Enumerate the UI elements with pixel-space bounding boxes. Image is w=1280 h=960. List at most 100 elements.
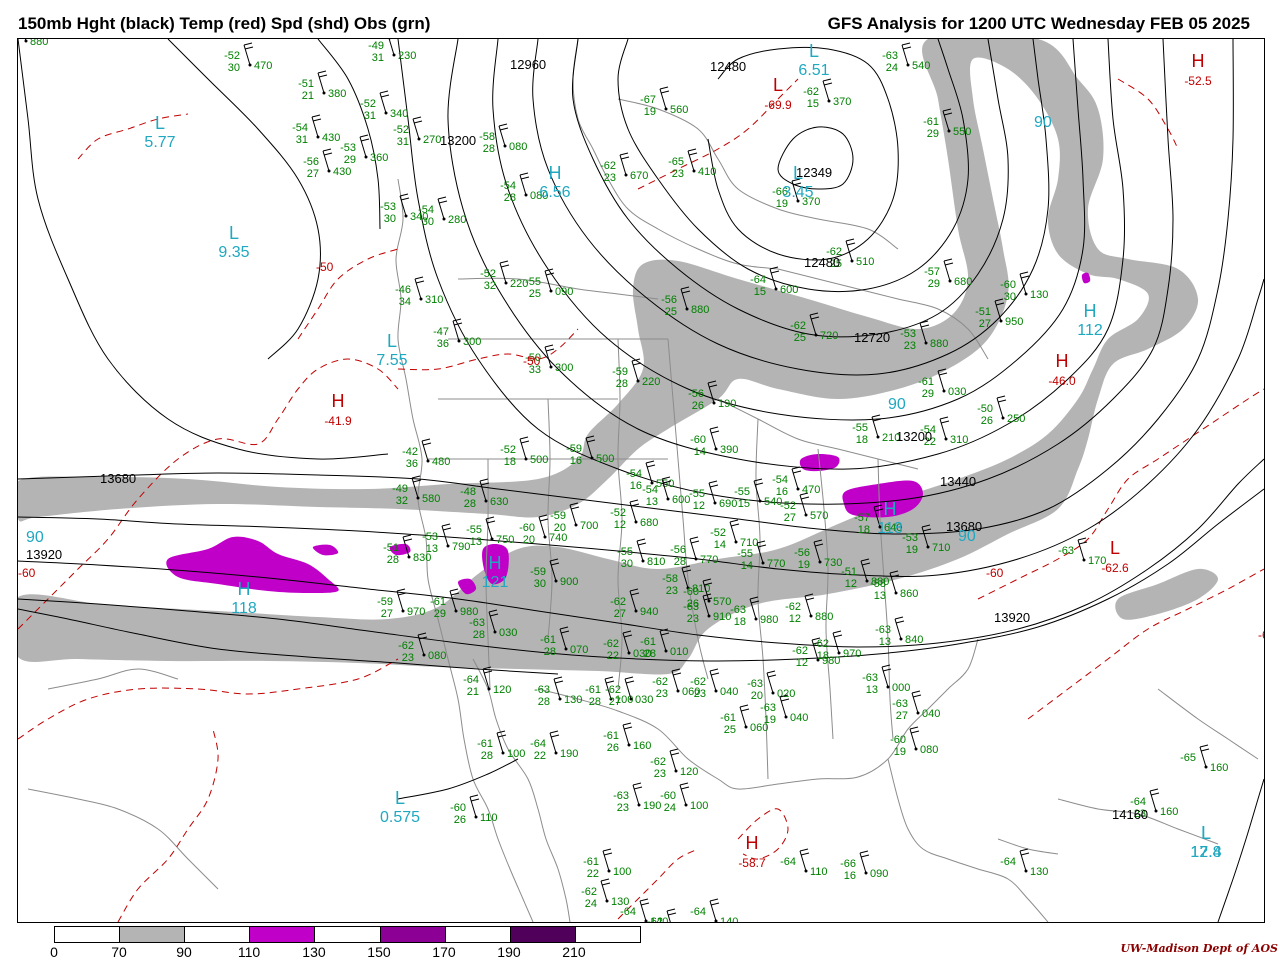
station-obs: -52 340 31	[360, 90, 408, 122]
wind-barb-flag	[519, 172, 529, 176]
obs-dewpoint: 29	[928, 278, 940, 290]
obs-temp: -59	[550, 510, 566, 522]
wind-barb-flag	[632, 362, 642, 366]
obs-dewpoint: 13	[470, 536, 482, 548]
obs-dewpoint: 18	[817, 650, 829, 662]
wind-barb-flag	[901, 42, 911, 46]
wind-barb-flag	[452, 318, 462, 322]
wind-barb-flag	[823, 82, 833, 86]
station-obs: -63 020 20	[747, 670, 795, 702]
obs-temp: -57	[924, 266, 940, 278]
obs-height: 110	[810, 866, 828, 878]
obs-height: 910	[713, 611, 731, 623]
wind-barb-flag	[799, 848, 809, 852]
station-obs: -50 250 26	[977, 395, 1025, 427]
obs-height: 100	[613, 866, 631, 878]
obs-dewpoint: 27	[784, 512, 796, 524]
obs-temp: -46	[395, 284, 411, 296]
colorbar-segment	[250, 927, 316, 942]
obs-height: 140	[650, 916, 668, 922]
obs-temp: -51	[841, 566, 857, 578]
obs-dewpoint: 21	[302, 90, 314, 102]
station-obs: -65 410 23	[668, 148, 716, 180]
station-obs: -49 230 31	[368, 39, 416, 64]
extremum-value: 118	[231, 600, 257, 617]
wind-barb-flag	[422, 442, 432, 446]
extremum-value: 0.575	[380, 809, 420, 826]
height-contour-14	[1217, 778, 1264, 922]
colorbar-tick-label: 150	[367, 944, 391, 960]
temp-contour-1	[18, 658, 399, 740]
extremum-value: -46.0	[1048, 374, 1076, 388]
station-obs: -63 190 23	[613, 782, 661, 814]
wind-barb-flag	[833, 634, 843, 638]
station-obs: -62 120 23	[650, 748, 698, 780]
obs-temp: -64	[530, 738, 546, 750]
wind-barb-flag	[944, 262, 954, 266]
wind-barb-flag	[600, 878, 610, 882]
extremum-value: 9.35	[218, 244, 249, 261]
wind-barb-flag	[632, 782, 642, 786]
wind-barb-flag	[397, 592, 407, 596]
obs-dewpoint: 30	[1004, 291, 1016, 303]
obs-temp: -61	[477, 738, 493, 750]
obs-dewpoint: 21	[467, 686, 479, 698]
wind-barb-flag	[549, 730, 559, 734]
extremum-value: 121	[482, 574, 509, 591]
station-obs: -65 160	[1180, 744, 1228, 774]
station-obs: -60 110 26	[450, 794, 498, 826]
obs-height: 790	[452, 541, 470, 553]
obs-height: 100	[507, 748, 525, 760]
obs-temp: -59	[566, 443, 582, 455]
obs-temp: -61	[918, 376, 934, 388]
obs-temp: -55	[466, 524, 482, 536]
obs-dewpoint: 28	[674, 556, 686, 568]
obs-dewpoint: 14	[694, 446, 706, 458]
speed-label: 90	[888, 396, 906, 413]
obs-dewpoint: 27	[381, 608, 393, 620]
colorbar-tick-label: 190	[497, 944, 521, 960]
temp-label: -60	[986, 566, 1004, 580]
obs-temp: -47	[433, 326, 449, 338]
obs-height: 840	[905, 634, 923, 646]
station-obs: -63 840 13	[875, 616, 923, 648]
wind-barb-flag	[659, 86, 669, 90]
station-obs: -64 120 21	[463, 666, 511, 698]
obs-height: 570	[713, 596, 731, 608]
obs-height: 880	[815, 611, 833, 623]
obs-height: 270	[423, 134, 441, 146]
obs-temp: -51	[383, 542, 399, 554]
wind-barb-flag	[544, 344, 554, 348]
obs-dewpoint: 23	[617, 802, 629, 814]
obs-dewpoint: 23	[656, 688, 668, 700]
station-obs: -51 380 21	[298, 70, 346, 102]
obs-height: 360	[370, 152, 388, 164]
obs-temp: -62	[600, 160, 616, 172]
obs-height: 120	[680, 766, 698, 778]
obs-dewpoint: 18	[734, 616, 746, 628]
station-obs: -60 100 24	[660, 782, 708, 814]
obs-temp: -64	[1000, 856, 1016, 868]
obs-height: 900	[560, 576, 578, 588]
obs-temp: -53	[902, 532, 918, 544]
obs-temp: -64	[463, 674, 479, 686]
wind-barb	[388, 39, 395, 56]
obs-dewpoint: 23	[904, 340, 916, 352]
geo-line-20	[997, 838, 1059, 855]
obs-dewpoint: 22	[587, 868, 599, 880]
obs-dewpoint: 28	[544, 646, 556, 658]
obs-height: 310	[950, 434, 968, 446]
wind-speed-colorbar	[54, 926, 641, 943]
wind-barb-flag	[400, 197, 410, 201]
obs-temp: -59	[612, 366, 628, 378]
obs-temp: -62	[650, 756, 666, 768]
obs-temp: -54	[292, 122, 308, 134]
extremum-value: 17.8	[1190, 844, 1221, 861]
wind-barb-flag	[690, 540, 700, 544]
obs-dewpoint: 12	[789, 613, 801, 625]
colorbar-tick-label: 0	[50, 944, 58, 960]
obs-temp: -63	[760, 702, 776, 714]
obs-dewpoint: 36	[437, 338, 449, 350]
obs-height: 030	[499, 627, 517, 639]
wind-barb-flag	[379, 90, 389, 94]
